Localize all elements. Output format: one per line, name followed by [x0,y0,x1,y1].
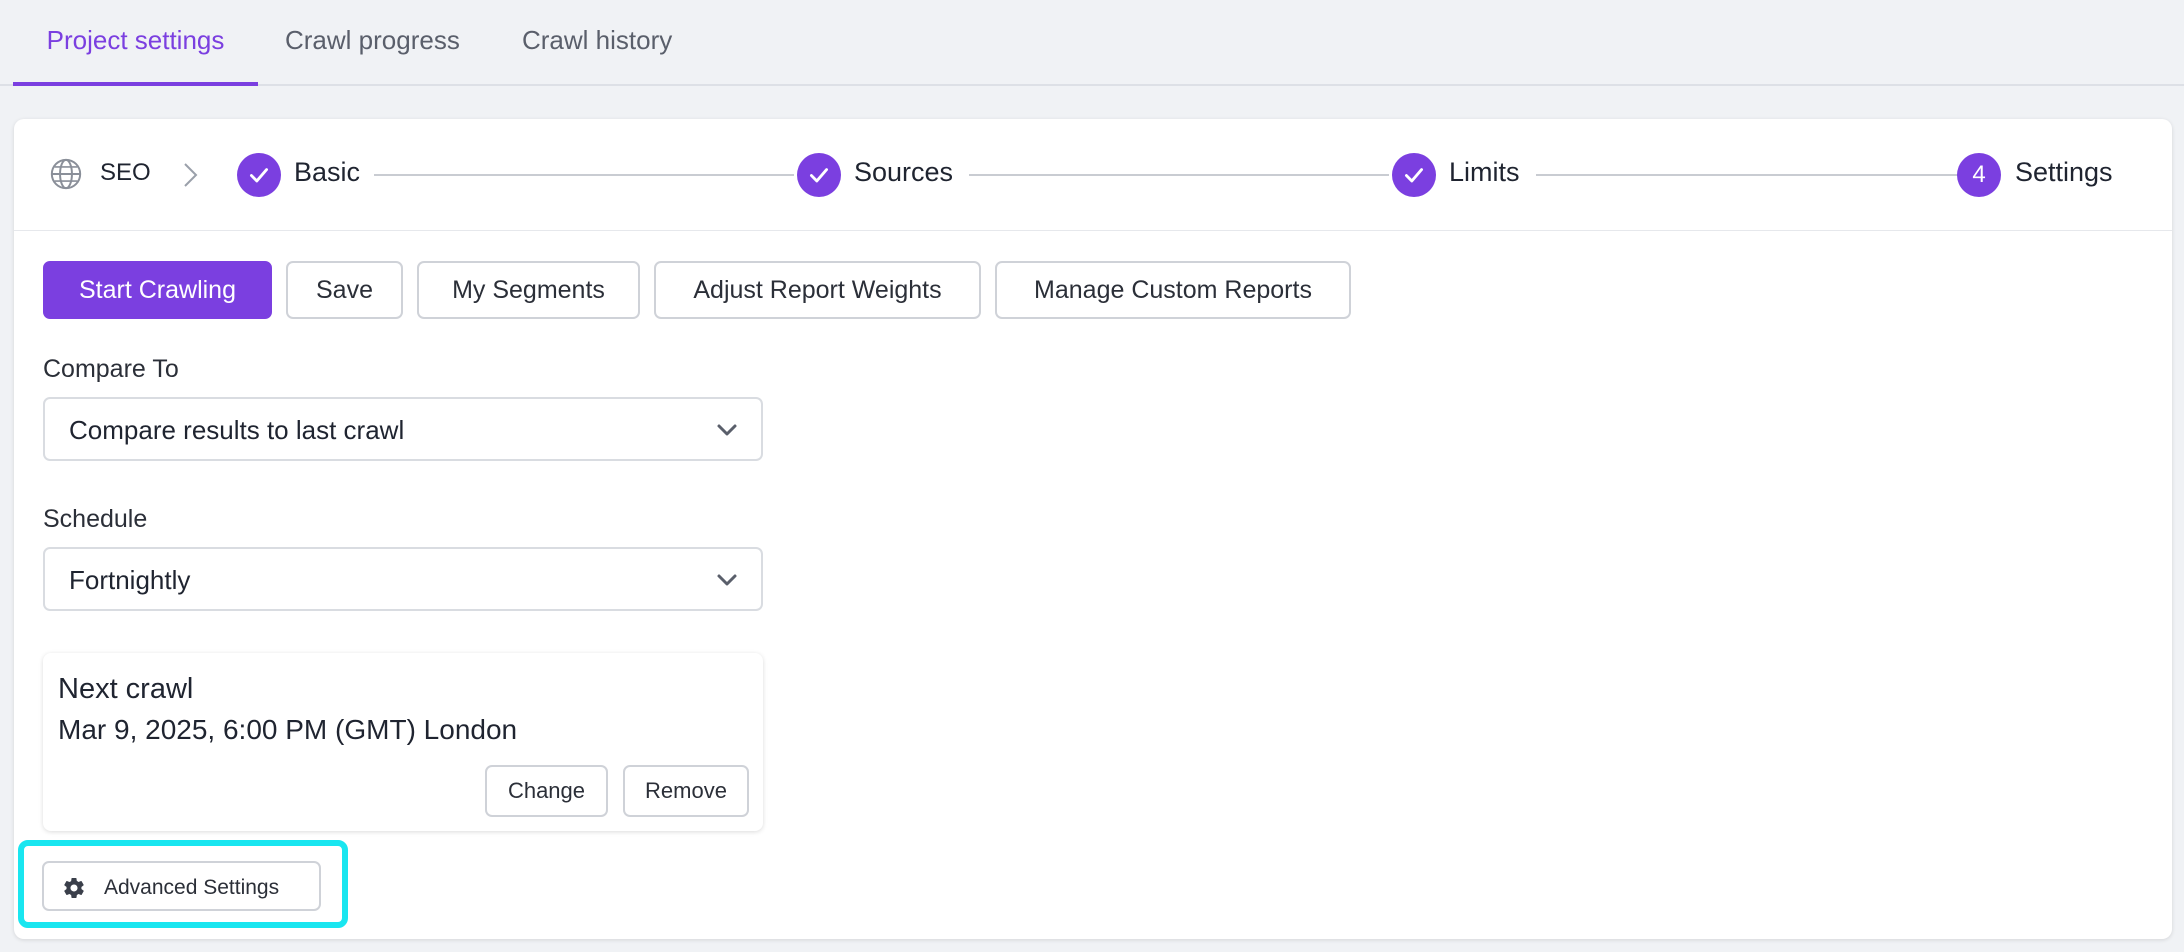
advanced-settings-label: Advanced Settings [104,876,280,899]
change-schedule-button[interactable]: Change [485,765,608,817]
tab-crawl-progress[interactable]: Crawl progress [285,0,467,86]
next-crawl-datetime: Mar 9, 2025, 6:00 PM (GMT) London [58,714,518,745]
chevron-down-icon [717,424,737,436]
globe-icon [50,158,82,190]
compare-to-value: Compare results to last crawl [69,415,405,445]
adjust-report-weights-button[interactable]: Adjust Report Weights [654,261,981,319]
step-limits-check-icon [1392,153,1436,197]
schedule-select[interactable]: Fortnightly [43,547,763,611]
gear-icon [64,878,84,899]
breadcrumb-seo[interactable]: SEO [100,159,151,187]
step-limits-label[interactable]: Limits [1449,157,1520,188]
compare-to-select[interactable]: Compare results to last crawl [43,397,763,461]
step-settings-label[interactable]: Settings [2015,157,2113,188]
step-connector [374,174,794,176]
settings-card: SEO Basic Sources Limits 4 Settings Star… [14,119,2172,939]
my-segments-button[interactable]: My Segments [417,261,640,319]
chevron-right-icon [184,163,198,187]
step-sources-check-icon [797,153,841,197]
step-sources-label[interactable]: Sources [854,157,953,188]
advanced-settings-button[interactable]: Advanced Settings [42,861,321,911]
tab-crawl-history[interactable]: Crawl history [522,0,682,86]
remove-schedule-button[interactable]: Remove [623,765,749,817]
tab-project-settings[interactable]: Project settings [13,0,258,86]
next-crawl-panel: Next crawl Mar 9, 2025, 6:00 PM (GMT) Lo… [43,653,763,831]
chevron-down-icon [717,574,737,586]
step-connector [969,174,1389,176]
start-crawling-button[interactable]: Start Crawling [43,261,272,319]
step-basic-check-icon [237,153,281,197]
next-crawl-title: Next crawl [58,673,194,705]
save-button[interactable]: Save [286,261,403,319]
step-settings-number: 4 [1957,153,2001,197]
manage-custom-reports-button[interactable]: Manage Custom Reports [995,261,1351,319]
top-tabs: Project settings Crawl progress Crawl hi… [0,0,2184,86]
schedule-value: Fortnightly [69,565,191,595]
wizard-stepper: SEO Basic Sources Limits 4 Settings [14,119,2172,231]
step-connector [1536,174,1959,176]
step-basic-label[interactable]: Basic [294,157,360,188]
compare-to-label: Compare To [43,355,179,383]
schedule-label: Schedule [43,505,148,533]
